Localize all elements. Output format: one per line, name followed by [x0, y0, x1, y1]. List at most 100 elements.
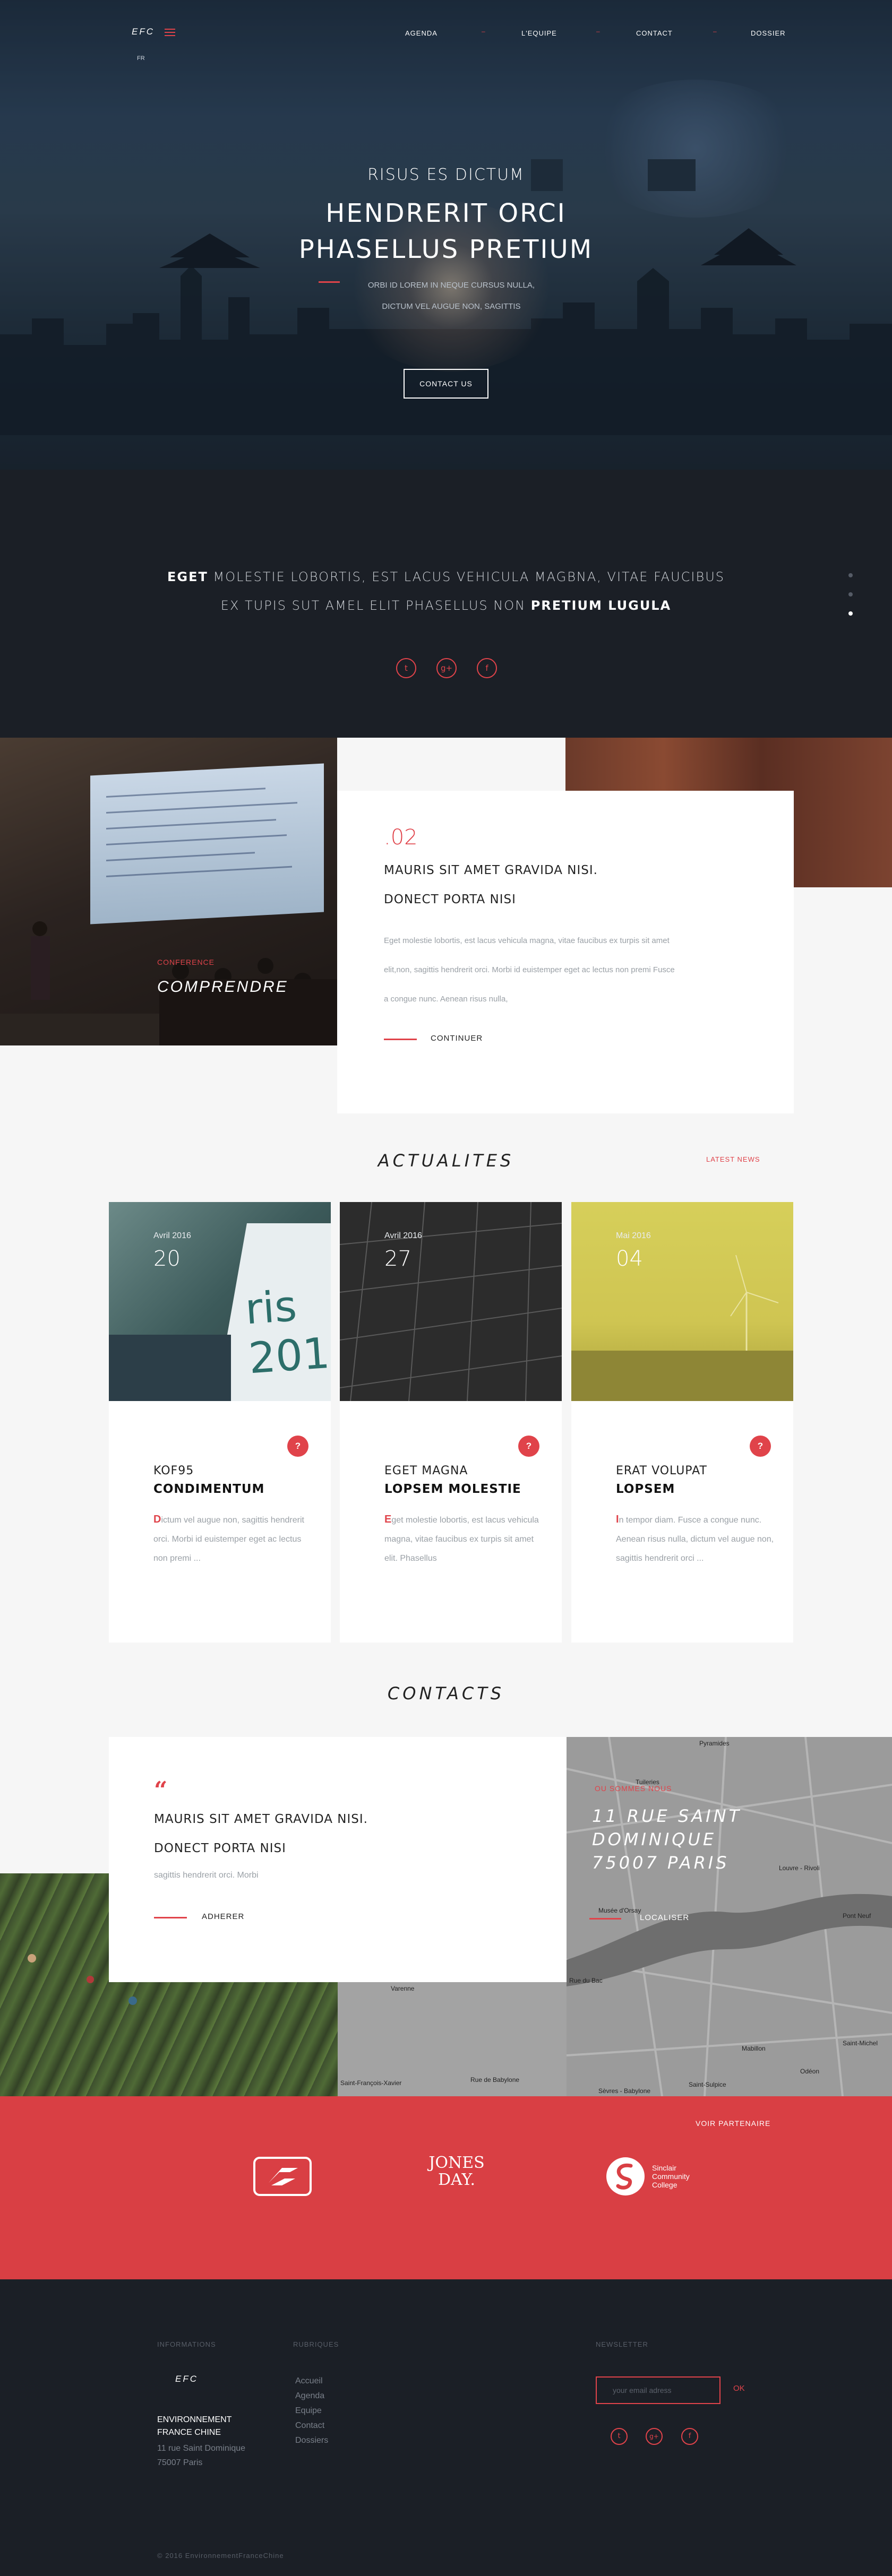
- address-label: OU SOMMES NOUS: [595, 1784, 672, 1793]
- contacts-section-title: CONTACTS: [387, 1683, 505, 1704]
- sinclair-emblem-icon: [606, 2157, 645, 2195]
- news-date-month: Avril 2016: [153, 1231, 191, 1240]
- footer-heading-informations: INFORMATIONS: [157, 2340, 216, 2348]
- newsletter-email-input[interactable]: [596, 2376, 721, 2404]
- map-label: Rue du Bac: [569, 1977, 603, 1984]
- conference-label: CONFERENCE: [157, 958, 215, 966]
- nav-item-equipe[interactable]: L'EQUIPE: [521, 29, 557, 37]
- decorative-graphic: ris 201: [243, 1281, 331, 1384]
- contact-us-button[interactable]: CONTACT US: [404, 369, 488, 399]
- adherer-link[interactable]: ADHERER: [202, 1912, 244, 1921]
- wind-turbine-graphic: [571, 1255, 793, 1401]
- menu-icon[interactable]: [165, 29, 175, 36]
- facebook-icon[interactable]: f: [681, 2428, 698, 2445]
- newsletter-submit-button[interactable]: OK: [733, 2384, 745, 2393]
- footer-link-contact[interactable]: Contact: [295, 2421, 324, 2431]
- address: 11 RUE SAINT DOMINIQUE 75007 PARIS: [592, 1804, 783, 1874]
- localiser-link[interactable]: LOCALISER: [640, 1913, 689, 1922]
- slider-dot[interactable]: [848, 592, 853, 597]
- address-line: 11 rue Saint Dominique: [157, 2444, 246, 2453]
- footer-brand-logo[interactable]: EFC: [175, 2374, 198, 2384]
- copyright: © 2016 EnvironnementFranceChine: [157, 2552, 284, 2560]
- question-icon[interactable]: ?: [518, 1436, 539, 1457]
- twitter-icon[interactable]: t: [611, 2428, 628, 2445]
- intro-text: MOLESTIE LOBORTIS, EST LACUS VEHICULA MA…: [208, 569, 725, 584]
- nav-item-contact[interactable]: CONTACT: [636, 29, 673, 37]
- map-label: Rue de Babylone: [470, 2076, 520, 2084]
- footer-link-dossiers[interactable]: Dossiers: [295, 2436, 328, 2445]
- news-subtitle: CONDIMENTUM: [153, 1482, 265, 1496]
- card-text: Eget molestie lobortis, est lacus vehicu…: [384, 926, 713, 1014]
- map-label: Saint-Michel: [843, 2039, 878, 2047]
- card-subheading: DONECT PORTA NISI: [384, 893, 516, 906]
- language-switch[interactable]: FR: [137, 55, 145, 62]
- intro-text: EX TUPIS SUT AMEL ELIT PHASELLUS NON: [220, 598, 531, 613]
- nav-item-dossier[interactable]: DOSSIER: [751, 29, 786, 37]
- slider-dot[interactable]: [848, 573, 853, 577]
- conference-title: COMPRENDRE: [157, 978, 288, 996]
- page: EFC FR AGENDA – L'EQUIPE – CONTACT – DOS…: [0, 0, 892, 2576]
- map-label: Pont Neuf: [843, 1912, 871, 1920]
- google-plus-icon[interactable]: g+: [436, 658, 457, 678]
- quote-icon: “: [154, 1777, 168, 1804]
- news-card[interactable]: Avril 2016 27 ? EGET MAGNA LOPSEM MOLEST…: [340, 1202, 562, 1643]
- nav-separator: –: [596, 28, 600, 35]
- partner-logo-2[interactable]: JONES DAY.: [425, 2155, 488, 2197]
- address-line: 75007 PARIS: [592, 1853, 730, 1873]
- map-label: Odéon: [800, 2068, 820, 2075]
- twitter-icon[interactable]: t: [396, 658, 416, 678]
- news-title: EGET MAGNA: [384, 1464, 468, 1477]
- news-image: [340, 1202, 562, 1401]
- hero-kicker: RISUS ES DICTUM: [367, 166, 525, 184]
- slider-dots: [848, 573, 854, 630]
- news-excerpt: Dictum vel augue non, sagittis hendrerit…: [153, 1510, 313, 1568]
- news-excerpt: Eget molestie lobortis, est lacus vehicu…: [384, 1510, 544, 1568]
- voir-partenaire-link[interactable]: VOIR PARTENAIRE: [696, 2119, 770, 2128]
- news-card[interactable]: ris 201 Avril 2016 20 ? KOF95 CONDIMENTU…: [109, 1202, 331, 1643]
- news-card[interactable]: Mai 2016 04 ? ERAT VOLUPAT LOPSEM In tem…: [571, 1202, 793, 1643]
- company-line: ENVIRONNEMENT: [157, 2415, 232, 2424]
- footer-company: ENVIRONNEMENT FRANCE CHINE: [157, 2414, 274, 2439]
- map-label: Saint-François-Xavier: [340, 2079, 402, 2087]
- partner-logo-1[interactable]: [253, 2156, 312, 2197]
- footer-link-agenda[interactable]: Agenda: [295, 2391, 324, 2401]
- nav-separator: –: [713, 28, 717, 35]
- intro-bold: EGET: [167, 569, 208, 584]
- contact-text: sagittis hendrerit orci. Morbi: [154, 1871, 259, 1880]
- excerpt-text: ictum vel augue non, sagittis hendrerit …: [153, 1516, 304, 1563]
- map-label: Sèvres - Babylone: [598, 2087, 651, 2095]
- news-subtitle: LOPSEM MOLESTIE: [384, 1482, 521, 1496]
- latest-news-link[interactable]: LATEST NEWS: [706, 1155, 760, 1163]
- nav-item-agenda[interactable]: AGENDA: [405, 29, 438, 37]
- link-rule: [154, 1917, 187, 1918]
- question-icon[interactable]: ?: [750, 1436, 771, 1457]
- contact-card: [109, 1737, 567, 1982]
- nav-separator: –: [482, 28, 485, 35]
- news-date-month: Avril 2016: [384, 1231, 422, 1240]
- hero-subtitle-line: ORBI ID LOREM IN NEQUE CURSUS NULLA,: [367, 281, 535, 290]
- footer-link-accueil[interactable]: Accueil: [295, 2376, 323, 2386]
- news-section-title: ACTUALITES: [378, 1151, 514, 1171]
- news-subtitle: LOPSEM: [616, 1482, 675, 1496]
- question-icon[interactable]: ?: [287, 1436, 308, 1457]
- news-title: ERAT VOLUPAT: [616, 1464, 707, 1477]
- card-number: .02: [384, 825, 418, 850]
- map-label: Varenne: [391, 1985, 415, 1992]
- link-rule: [589, 1918, 621, 1920]
- map-label: Saint-Sulpice: [689, 2081, 726, 2088]
- slider-dot-active[interactable]: [848, 611, 853, 616]
- company-line: FRANCE CHINE: [157, 2428, 221, 2437]
- hero-title-line: HENDRERIT ORCI: [325, 198, 567, 228]
- continuer-link[interactable]: CONTINUER: [431, 1034, 483, 1043]
- google-plus-icon[interactable]: g+: [646, 2428, 663, 2445]
- brand-logo[interactable]: EFC: [132, 27, 155, 37]
- footer-link-equipe[interactable]: Equipe: [295, 2406, 322, 2416]
- news-image: ris 201: [109, 1202, 331, 1401]
- card-heading: MAURIS SIT AMET GRAVIDA NISI.: [384, 863, 598, 877]
- conference-photo: [0, 738, 337, 1045]
- partner-logo-3[interactable]: Sinclair Community College: [605, 2156, 706, 2199]
- solar-panel-graphic: [340, 1202, 562, 1401]
- hero-title: HENDRERIT ORCI PHASELLUS PRETIUM: [234, 195, 658, 267]
- news-title: KOF95: [153, 1464, 194, 1477]
- facebook-icon[interactable]: f: [477, 658, 497, 678]
